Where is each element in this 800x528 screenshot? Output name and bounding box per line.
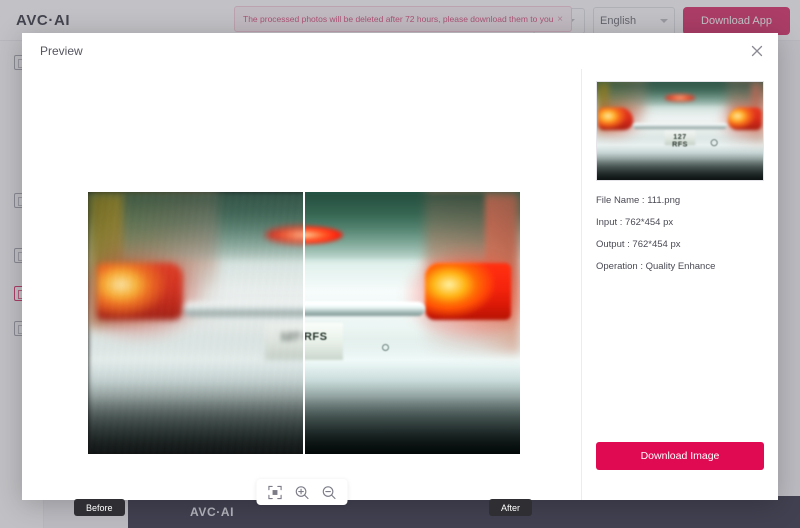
download-image-button[interactable]: Download Image bbox=[596, 442, 764, 470]
zoom-toolbar bbox=[256, 479, 347, 505]
preview-stage: 127 RFS bbox=[22, 69, 582, 516]
info-panel: 127 RFS File Name : 111.png Input : 762*… bbox=[582, 69, 778, 500]
app-root: AVC·AI AVC·AI n9… English Download App T… bbox=[0, 0, 800, 528]
close-icon[interactable] bbox=[748, 42, 766, 60]
photo-license-plate-text: 127 RFS bbox=[672, 133, 688, 149]
photo-trunk-trim bbox=[632, 122, 728, 129]
zoom-in-icon[interactable] bbox=[294, 485, 309, 500]
photo-taillight-left bbox=[598, 108, 633, 130]
preview-modal: Preview RFS Before After 127 RFS File Na… bbox=[22, 33, 778, 516]
photo-taillight-right bbox=[727, 108, 762, 130]
meta-operation: Operation : Quality Enhance bbox=[596, 261, 716, 272]
meta-input-size: Input : 762*454 px bbox=[596, 217, 674, 228]
photo-brake-light bbox=[664, 94, 696, 102]
before-label: Before bbox=[74, 499, 125, 516]
zoom-out-icon[interactable] bbox=[321, 485, 336, 500]
meta-file-name: File Name : 111.png bbox=[596, 195, 681, 206]
after-label: After bbox=[489, 499, 533, 516]
result-thumbnail[interactable]: 127 RFS bbox=[596, 81, 764, 181]
comparison-slider-handle[interactable] bbox=[303, 192, 305, 454]
modal-body: 127 RFS bbox=[22, 69, 778, 516]
photo-trunk-keyhole bbox=[381, 343, 389, 351]
file-metadata: File Name : 111.png Input : 762*454 px O… bbox=[596, 195, 764, 272]
modal-header: Preview bbox=[22, 33, 778, 69]
photo-trunk-keyhole bbox=[710, 138, 718, 147]
page-title: Preview bbox=[40, 44, 83, 58]
before-after-comparison[interactable]: 127 RFS bbox=[88, 192, 520, 454]
thumbnail-image: 127 RFS bbox=[597, 82, 763, 180]
fit-to-screen-icon[interactable] bbox=[267, 485, 282, 500]
photo-taillight-right bbox=[424, 262, 512, 321]
meta-output-size: Output : 762*454 px bbox=[596, 239, 681, 250]
